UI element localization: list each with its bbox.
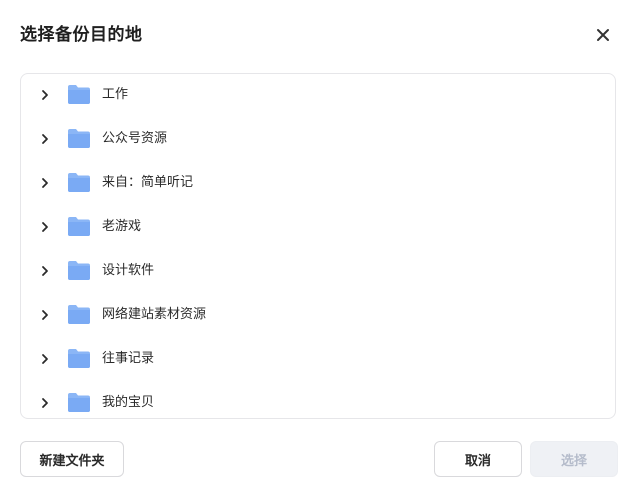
folder-label: 公众号资源 bbox=[102, 131, 168, 146]
folder-row[interactable]: 来自：简单听记 bbox=[21, 162, 615, 206]
chevron-right-icon[interactable] bbox=[38, 132, 52, 146]
folder-label: 来自：简单听记 bbox=[102, 175, 194, 190]
folder-tree: 工作 公众号资源 来自：简单听记 老游戏 设计软件 网络建站素材资源 往事记录 … bbox=[20, 73, 616, 419]
chevron-right-icon[interactable] bbox=[38, 88, 52, 102]
chevron-right-icon[interactable] bbox=[38, 176, 52, 190]
chevron-right-icon[interactable] bbox=[38, 352, 52, 366]
folder-row[interactable]: 老游戏 bbox=[21, 206, 615, 250]
folder-icon bbox=[67, 304, 91, 325]
dialog-title: 选择备份目的地 bbox=[20, 25, 143, 45]
close-icon bbox=[597, 29, 609, 41]
folder-label: 往事记录 bbox=[102, 351, 155, 366]
folder-icon bbox=[67, 260, 91, 281]
new-folder-button[interactable]: 新建文件夹 bbox=[20, 441, 124, 477]
folder-row[interactable]: 我的宝贝 bbox=[21, 382, 615, 418]
folder-row[interactable]: 网络建站素材资源 bbox=[21, 294, 615, 338]
folder-icon bbox=[67, 348, 91, 369]
folder-row[interactable]: 公众号资源 bbox=[21, 118, 615, 162]
folder-icon bbox=[67, 216, 91, 237]
folder-row[interactable]: 工作 bbox=[21, 74, 615, 118]
folder-label: 网络建站素材资源 bbox=[102, 307, 207, 322]
chevron-right-icon[interactable] bbox=[38, 396, 52, 410]
folder-row[interactable]: 设计软件 bbox=[21, 250, 615, 294]
chevron-right-icon[interactable] bbox=[38, 264, 52, 278]
cancel-button[interactable]: 取消 bbox=[434, 441, 522, 477]
folder-icon bbox=[67, 172, 91, 193]
folder-label: 设计软件 bbox=[102, 263, 155, 278]
backup-destination-dialog: 选择备份目的地 工作 公众号资源 来自：简单听记 老游戏 设计软件 网络建站素材… bbox=[0, 0, 633, 489]
folder-icon bbox=[67, 128, 91, 149]
chevron-right-icon[interactable] bbox=[38, 220, 52, 234]
folder-label: 我的宝贝 bbox=[102, 395, 155, 410]
folder-row[interactable]: 往事记录 bbox=[21, 338, 615, 382]
folder-label: 工作 bbox=[102, 87, 129, 102]
folder-label: 老游戏 bbox=[102, 219, 142, 234]
close-button[interactable] bbox=[593, 25, 613, 45]
select-button[interactable]: 选择 bbox=[530, 441, 618, 477]
folder-icon bbox=[67, 84, 91, 105]
chevron-right-icon[interactable] bbox=[38, 308, 52, 322]
folder-icon bbox=[67, 392, 91, 413]
